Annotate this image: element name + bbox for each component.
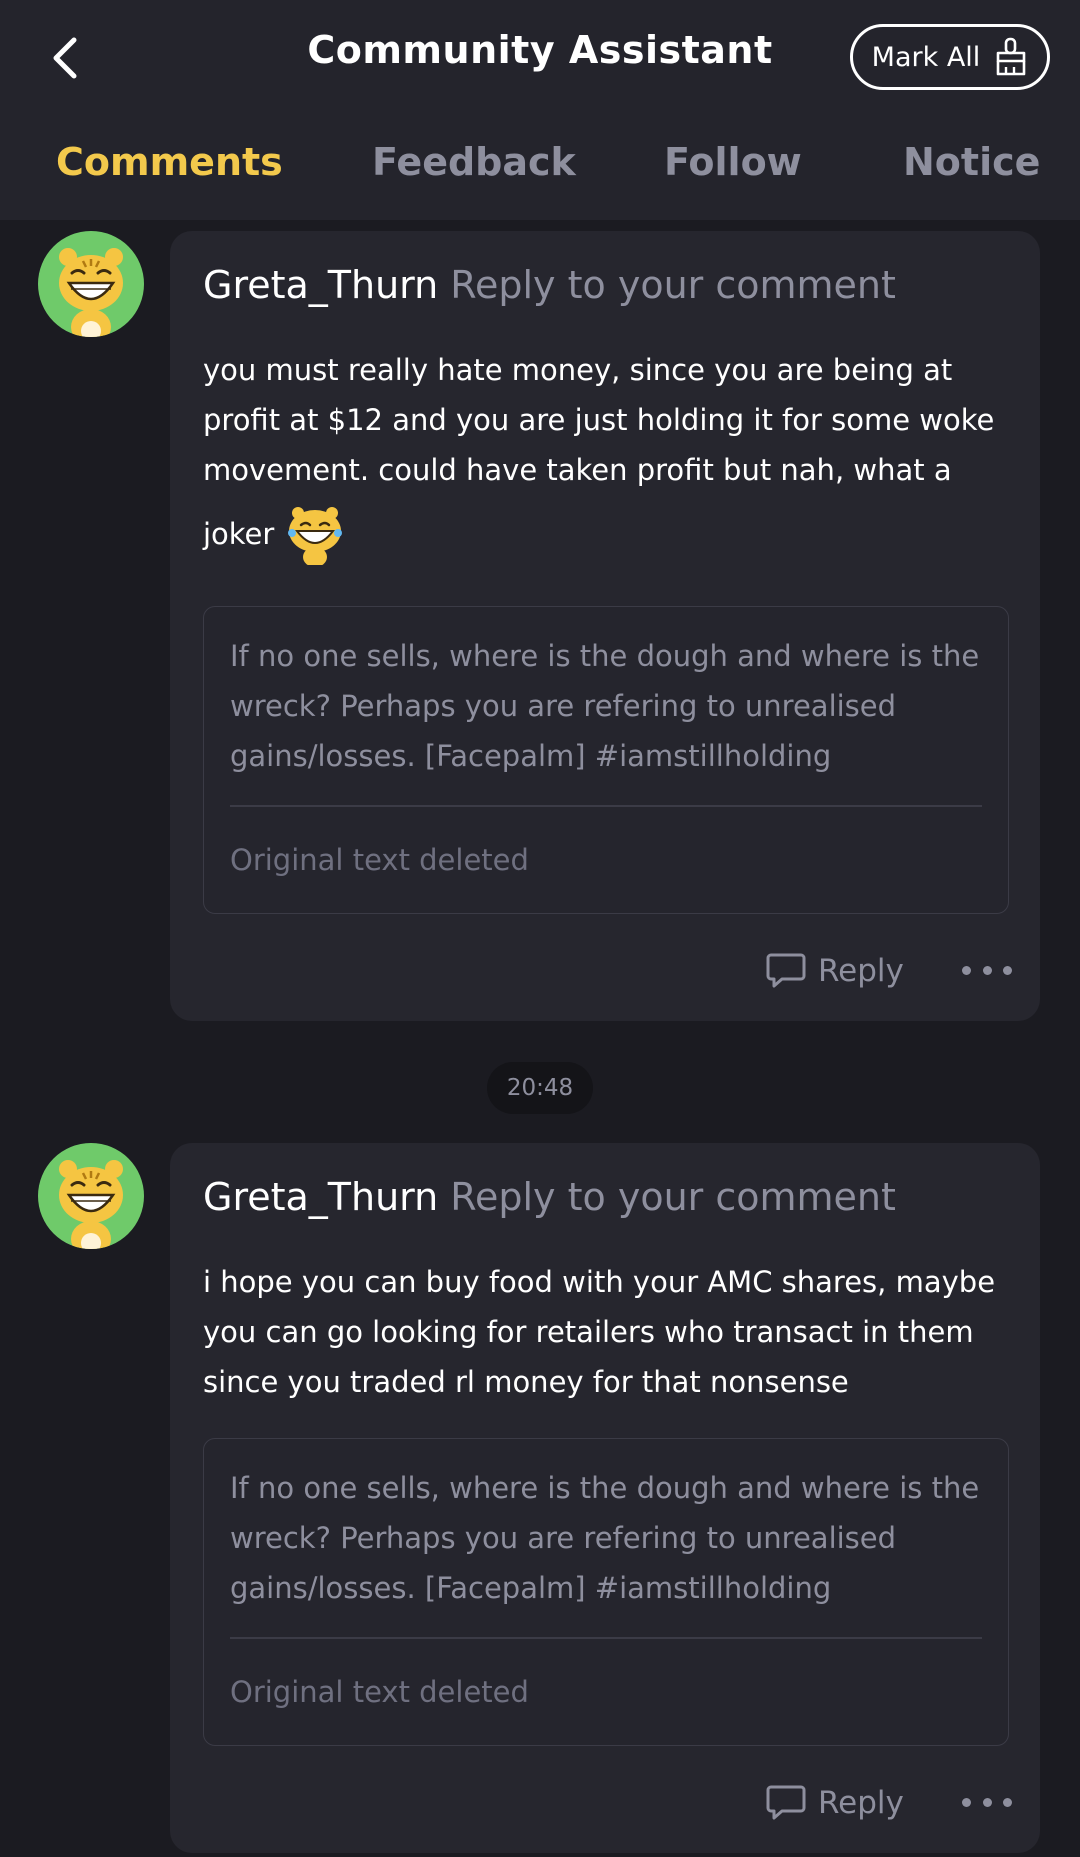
dot (982, 965, 992, 975)
more-options-button[interactable] (962, 1792, 1012, 1812)
comment-bubble-icon (766, 953, 806, 988)
divider (230, 805, 982, 807)
notification-action: Reply to your comment (438, 263, 896, 307)
dot (982, 1797, 992, 1807)
dot (1003, 965, 1012, 975)
quoted-comment[interactable]: If no one sells, where is the dough and … (203, 1438, 1009, 1746)
comment-line: you must really hate money, since you ar… (203, 353, 953, 387)
comment-last-line: joker (203, 495, 1013, 573)
quoted-comment-text: If no one sells, where is the dough and … (230, 1471, 980, 1605)
comment-text: i hope you can buy food with your AMC sh… (203, 1257, 1013, 1407)
reply-button[interactable]: Reply (766, 949, 906, 993)
divider (230, 1637, 982, 1639)
tab-comments[interactable]: Comments (56, 140, 283, 184)
notification-card: Greta_Thurn Reply to your comment you mu… (170, 231, 1040, 1021)
mark-all-label: Mark All (871, 41, 981, 73)
timestamp-badge: 20:48 (487, 1062, 593, 1114)
original-deleted-label: Original text deleted (230, 843, 529, 877)
username[interactable]: Greta_Thurn (203, 263, 438, 307)
dot (962, 1797, 971, 1807)
avatar[interactable] (38, 1143, 144, 1249)
tab-feedback[interactable]: Feedback (372, 140, 576, 184)
tiger-avatar-icon (59, 248, 123, 337)
comment-line: you can go looking for retailers who tra… (203, 1315, 974, 1349)
mark-all-button[interactable]: Mark All (850, 24, 1050, 90)
comment-bubble-icon (766, 1785, 806, 1820)
comment-text: you must really hate money, since you ar… (203, 345, 1013, 573)
comment-line: joker (203, 517, 275, 551)
notification-card: Greta_Thurn Reply to your comment i hope… (170, 1143, 1040, 1853)
broom-icon (997, 37, 1026, 76)
reply-label: Reply (818, 953, 904, 989)
top-bar: Community Assistant Mark All Comments Fe… (0, 0, 1080, 220)
notification-header: Greta_Thurn Reply to your comment (203, 263, 896, 307)
comment-line: since you traded rl money for that nonse… (203, 1365, 849, 1399)
tab-bar: Comments Feedback Follow Notice (0, 140, 1080, 200)
dot (1003, 1797, 1012, 1807)
reply-label: Reply (818, 1785, 904, 1821)
comment-line: i hope you can buy food with your AMC sh… (203, 1265, 996, 1299)
tab-notice[interactable]: Notice (903, 140, 1040, 184)
tab-follow[interactable]: Follow (664, 140, 802, 184)
comment-line: movement. could have taken profit but na… (203, 453, 952, 487)
quoted-comment-text: If no one sells, where is the dough and … (230, 639, 980, 773)
reply-button[interactable]: Reply (766, 1781, 906, 1825)
notification-action: Reply to your comment (438, 1175, 896, 1219)
comment-line: profit at $12 and you are just holding i… (203, 403, 995, 437)
notification-header: Greta_Thurn Reply to your comment (203, 1175, 896, 1219)
laughing-tiger-emoji-icon (288, 507, 343, 565)
more-options-button[interactable] (962, 960, 1012, 980)
dot (962, 965, 971, 975)
username[interactable]: Greta_Thurn (203, 1175, 438, 1219)
original-deleted-label: Original text deleted (230, 1675, 529, 1709)
quoted-comment[interactable]: If no one sells, where is the dough and … (203, 606, 1009, 914)
tiger-avatar-icon (59, 1160, 123, 1249)
avatar[interactable] (38, 231, 144, 337)
